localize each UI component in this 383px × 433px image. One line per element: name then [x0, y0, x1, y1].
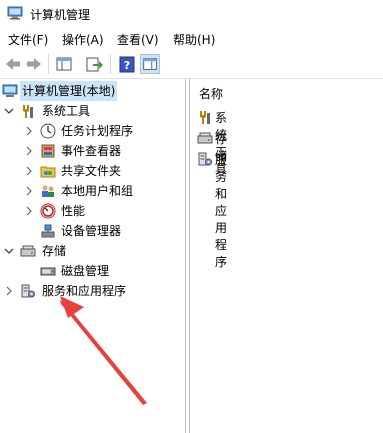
tree-item-disk-management[interactable]: 磁盘管理	[24, 261, 174, 281]
clock-icon	[40, 123, 56, 139]
event-viewer-icon	[41, 144, 55, 158]
tree-item-label: 存储	[42, 244, 67, 258]
chevron-down-icon[interactable]	[4, 241, 14, 261]
menu-view[interactable]: 查看(V)	[117, 31, 159, 48]
tree-root[interactable]: 计算机管理(本地)	[2, 81, 182, 101]
show-action-pane-button[interactable]	[140, 54, 160, 74]
export-list-icon[interactable]	[84, 54, 104, 74]
tree-root-label: 计算机管理(本地)	[20, 81, 118, 101]
help-icon[interactable]: ?	[117, 54, 137, 74]
tools-icon	[23, 105, 33, 118]
forward-arrow-icon[interactable]	[24, 54, 44, 74]
chevron-right-icon[interactable]	[24, 201, 34, 221]
tree-item-local-users-groups[interactable]: 本地用户和组	[24, 181, 174, 201]
tree-item-shared-folders[interactable]: 共享文件夹	[24, 161, 174, 181]
toolbar-separator	[48, 54, 49, 74]
computer-management-icon	[7, 6, 23, 20]
performance-icon	[40, 203, 56, 219]
shared-folder-icon	[40, 166, 56, 178]
menu-action[interactable]: 操作(A)	[62, 31, 104, 48]
title-bar: 计算机管理	[0, 0, 383, 28]
action-pane-icon	[143, 58, 157, 70]
tree-item-label: 服务和应用程序	[42, 284, 127, 298]
toolbar: ?	[0, 50, 383, 79]
tree-item-system-tools[interactable]: 系统工具	[4, 101, 174, 121]
tree-item-performance[interactable]: 性能	[24, 201, 174, 221]
tree-item-services-applications[interactable]: 服务和应用程序	[4, 281, 174, 301]
chevron-right-icon[interactable]	[24, 121, 34, 141]
computer-management-icon	[2, 84, 18, 97]
pane-splitter[interactable]	[189, 79, 190, 433]
tree-item-label: 共享文件夹	[61, 164, 122, 178]
list-item-label: 服务和应用程序	[215, 153, 228, 269]
disk-management-icon	[40, 267, 56, 276]
tree-item-label: 性能	[61, 204, 86, 218]
tree-item-task-scheduler[interactable]: 任务计划程序	[24, 121, 174, 141]
menu-file[interactable]: 文件(F)	[8, 31, 48, 48]
console-tree: 计算机管理(本地) 系统工具 任务计划程序 事件查看器 共享文件夹 本地用户和组…	[0, 79, 186, 433]
tree-item-label: 系统工具	[42, 104, 91, 118]
tree-item-label: 磁盘管理	[61, 264, 110, 278]
tree-item-label: 设备管理器	[61, 224, 122, 238]
device-manager-icon	[41, 224, 55, 238]
svg-text:?: ?	[124, 59, 130, 72]
services-applications-icon	[21, 284, 35, 298]
chevron-right-icon[interactable]	[24, 161, 34, 181]
tree-item-label: 任务计划程序	[61, 124, 134, 138]
show-hide-console-tree-icon[interactable]	[54, 54, 74, 74]
details-pane: 名称 系统工具 存储 服务和应用程序	[191, 79, 383, 433]
back-arrow-icon[interactable]	[3, 54, 23, 74]
toolbar-separator	[110, 54, 111, 74]
tree-item-storage[interactable]: 存储	[4, 241, 174, 261]
window-title: 计算机管理	[30, 8, 91, 22]
chevron-down-icon[interactable]	[4, 101, 14, 121]
storage-icon	[20, 245, 36, 257]
tools-icon	[200, 111, 210, 124]
menu-help[interactable]: 帮助(H)	[173, 31, 215, 48]
column-header-name[interactable]: 名称	[199, 85, 223, 102]
users-icon	[42, 185, 54, 197]
chevron-right-icon[interactable]	[4, 281, 14, 301]
chevron-right-icon[interactable]	[24, 141, 34, 161]
chevron-right-icon[interactable]	[24, 181, 34, 201]
storage-icon	[197, 132, 213, 144]
tree-item-label: 事件查看器	[61, 144, 122, 158]
services-applications-icon	[198, 152, 212, 166]
menu-bar: 文件(F) 操作(A) 查看(V) 帮助(H)	[0, 28, 383, 50]
tree-item-device-manager[interactable]: 设备管理器	[24, 221, 174, 241]
tree-item-label: 本地用户和组	[61, 184, 134, 198]
tree-item-event-viewer[interactable]: 事件查看器	[24, 141, 174, 161]
